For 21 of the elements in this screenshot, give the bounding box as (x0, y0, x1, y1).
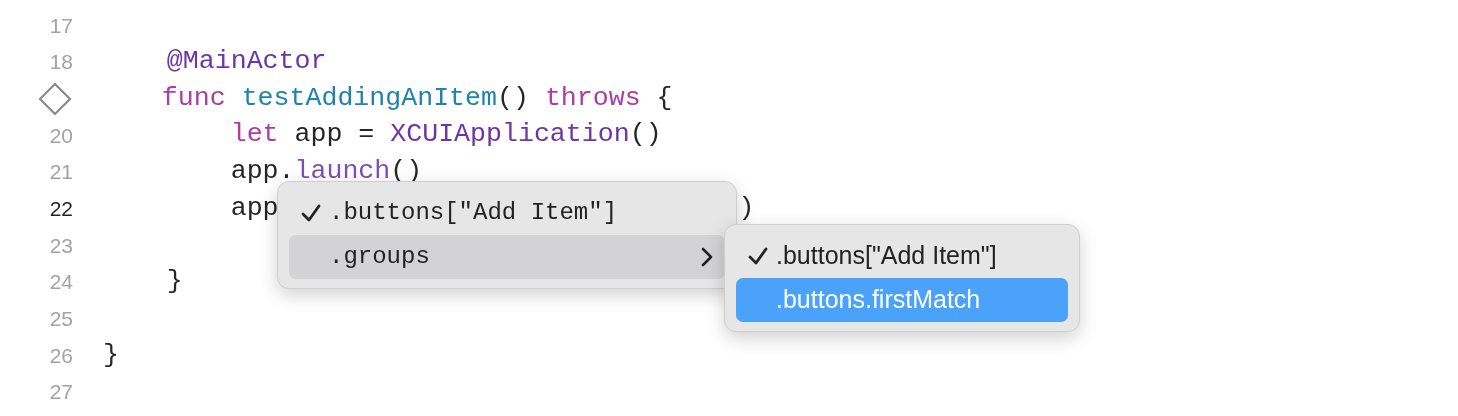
line-number: 23 (49, 232, 73, 259)
line-number: 20 (49, 122, 73, 149)
menu-item[interactable]: .buttons["Add Item"] (736, 234, 1068, 278)
code-line: } (165, 265, 183, 299)
code-line: func testAddingAnItem() throws { (160, 81, 673, 115)
line-number: 24 (49, 269, 73, 296)
test-diamond-icon[interactable] (37, 80, 73, 117)
line-number: 25 (49, 306, 73, 333)
line-number: 21 (49, 159, 73, 186)
line-number: 26 (49, 342, 73, 369)
menu-item[interactable]: .buttons["Add Item"] (289, 191, 725, 235)
line-number: 18 (49, 49, 73, 76)
code-line: let app = XCUIApplication() (229, 118, 662, 152)
line-number: 17 (49, 12, 73, 39)
code-fragment: ) (738, 191, 755, 225)
code-line: @MainActor (165, 45, 327, 79)
menu-item[interactable]: .groups (289, 235, 725, 279)
code-line: } (103, 338, 119, 372)
line-number: 22 (49, 196, 73, 223)
code-line: app (229, 191, 279, 225)
line-number: 27 (49, 379, 73, 406)
